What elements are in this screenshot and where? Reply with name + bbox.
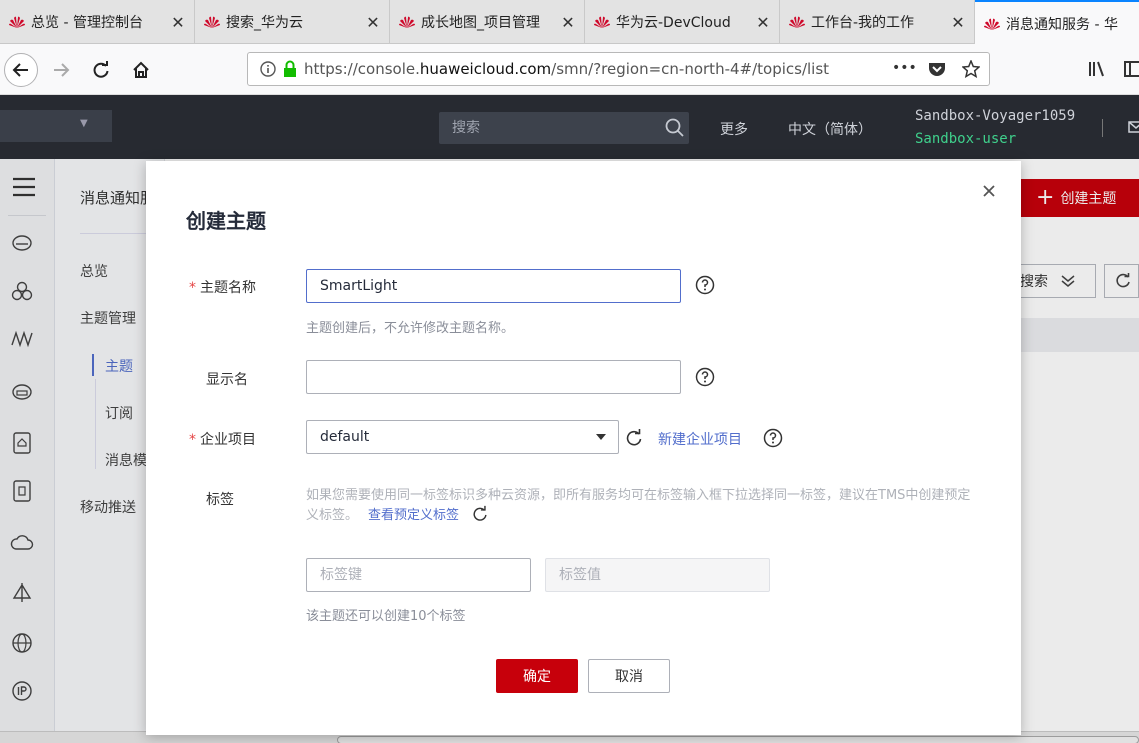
close-icon[interactable]: ✕ <box>560 13 576 32</box>
enterprise-project-select[interactable]: default <box>306 420 619 454</box>
reload-icon <box>93 61 109 78</box>
huawei-logo-icon <box>9 16 25 28</box>
browser-tab[interactable]: 工作台-我的工作 ✕ <box>780 0 975 44</box>
reload-button[interactable] <box>86 55 116 85</box>
help-icon[interactable] <box>695 275 715 295</box>
url-text: https://console.huaweicloud.com/smn/?reg… <box>304 60 829 78</box>
required-mark: * <box>189 280 196 296</box>
browser-tab[interactable]: 总览 - 管理控制台 ✕ <box>0 0 195 44</box>
tab-label: 搜索_华为云 <box>226 15 303 31</box>
view-predefined-tags-link[interactable]: 查看预定义标签 <box>368 508 459 523</box>
display-name-label: 显示名 <box>206 372 248 388</box>
search-icon[interactable] <box>664 117 686 139</box>
tab-label: 消息通知服务 - 华 <box>1006 16 1118 33</box>
tag-key-placeholder: 标签键 <box>320 567 362 583</box>
huawei-logo-icon <box>204 16 220 28</box>
browser-tab-bar: 总览 - 管理控制台 ✕ 搜索_华为云 ✕ 成长地图_项目管理 ✕ 华为云-De… <box>0 0 1139 45</box>
tags-remaining-hint: 该主题还可以创建10个标签 <box>306 609 466 624</box>
browser-tab[interactable]: 搜索_华为云 ✕ <box>195 0 390 44</box>
help-icon[interactable] <box>763 428 783 448</box>
huawei-logo-icon <box>594 16 610 28</box>
dialog-title: 创建主题 <box>186 209 266 233</box>
topic-name-label: * 主题名称 <box>189 277 256 297</box>
tag-key-input[interactable]: 标签键 <box>306 558 531 592</box>
bookmark-star-icon[interactable] <box>962 60 980 78</box>
display-name-input[interactable] <box>306 360 681 394</box>
url-prefix: https://console. <box>304 60 420 78</box>
search-placeholder: 搜索 <box>452 120 480 136</box>
region-selector[interactable]: ▼ <box>0 110 112 142</box>
tab-label: 总览 - 管理控制台 <box>31 15 143 31</box>
enterprise-project-label-text: 企业项目 <box>200 432 256 448</box>
close-icon[interactable]: ✕ <box>365 13 381 32</box>
arrow-left-icon <box>12 63 28 77</box>
browser-tab-active[interactable]: 消息通知服务 - 华 <box>975 0 1139 45</box>
url-domain: huaweicloud.com <box>419 60 552 78</box>
sub-user-name[interactable]: Sandbox-user <box>915 131 1016 147</box>
browser-tab[interactable]: 华为云-DevCloud ✕ <box>585 0 780 44</box>
library-icon[interactable] <box>1088 60 1106 78</box>
arrow-right-icon <box>54 63 70 77</box>
forward-button[interactable] <box>46 55 76 85</box>
create-topic-dialog: 创建主题 * 主题名称 SmartLight 主题创建后，不允许修改主题名称。 显… <box>146 161 1021 735</box>
cancel-button[interactable]: 取消 <box>588 659 670 693</box>
huawei-logo-icon <box>984 18 1000 30</box>
refresh-icon[interactable] <box>624 428 644 448</box>
chevron-down-icon: ▼ <box>80 118 88 129</box>
close-icon[interactable]: ✕ <box>950 13 966 32</box>
global-search-input[interactable]: 搜索 <box>439 112 689 144</box>
tag-value-placeholder: 标签值 <box>559 567 601 583</box>
sidebar-toggle-icon[interactable] <box>1124 60 1139 78</box>
refresh-icon[interactable] <box>471 505 489 523</box>
tab-label: 工作台-我的工作 <box>811 15 915 31</box>
language-menu[interactable]: 中文（简体） <box>788 119 872 139</box>
console-top-nav: ▼ 搜索 更多 中文（简体） Sandbox-Voyager1059 Sandb… <box>0 95 1139 159</box>
divider <box>1102 119 1103 137</box>
chevron-down-icon <box>596 434 606 440</box>
topic-name-hint: 主题创建后，不允许修改主题名称。 <box>306 321 515 336</box>
pocket-icon[interactable] <box>928 61 946 77</box>
close-icon[interactable] <box>979 181 999 201</box>
enterprise-project-label: * 企业项目 <box>189 429 256 449</box>
page-actions-icon[interactable]: ••• <box>892 60 917 76</box>
home-button[interactable] <box>126 55 156 85</box>
enterprise-project-value: default <box>320 429 370 445</box>
info-icon[interactable] <box>260 61 276 77</box>
browser-nav-bar: https://console.huaweicloud.com/smn/?reg… <box>0 44 1139 95</box>
lock-icon[interactable] <box>282 60 298 78</box>
home-icon <box>133 61 149 78</box>
tags-label: 标签 <box>206 492 234 508</box>
url-suffix: /smn/?region=cn-north-4#/topics/list <box>551 60 830 78</box>
new-enterprise-project-link[interactable]: 新建企业项目 <box>658 429 742 449</box>
tab-label: 成长地图_项目管理 <box>421 15 540 31</box>
huawei-logo-icon <box>789 16 805 28</box>
required-mark: * <box>189 432 196 448</box>
tag-value-input: 标签值 <box>545 558 770 592</box>
more-menu[interactable]: 更多 <box>720 119 748 139</box>
help-icon[interactable] <box>695 367 715 387</box>
browser-tab[interactable]: 成长地图_项目管理 ✕ <box>390 0 585 44</box>
huawei-logo-icon <box>399 16 415 28</box>
close-icon[interactable]: ✕ <box>170 13 186 32</box>
back-button[interactable] <box>4 53 38 87</box>
close-icon[interactable]: ✕ <box>755 13 771 32</box>
tags-description: 如果您需要使用同一标签标识多种云资源，即所有服务均可在标签输入框下拉选择同一标签… <box>306 486 976 525</box>
topic-name-label-text: 主题名称 <box>200 280 256 296</box>
address-bar[interactable]: https://console.huaweicloud.com/smn/?reg… <box>247 52 990 86</box>
tab-label: 华为云-DevCloud <box>616 15 731 31</box>
mail-icon[interactable] <box>1128 120 1139 134</box>
account-name[interactable]: Sandbox-Voyager1059 <box>915 108 1075 124</box>
confirm-button[interactable]: 确定 <box>496 659 578 693</box>
topic-name-input[interactable]: SmartLight <box>306 269 681 303</box>
